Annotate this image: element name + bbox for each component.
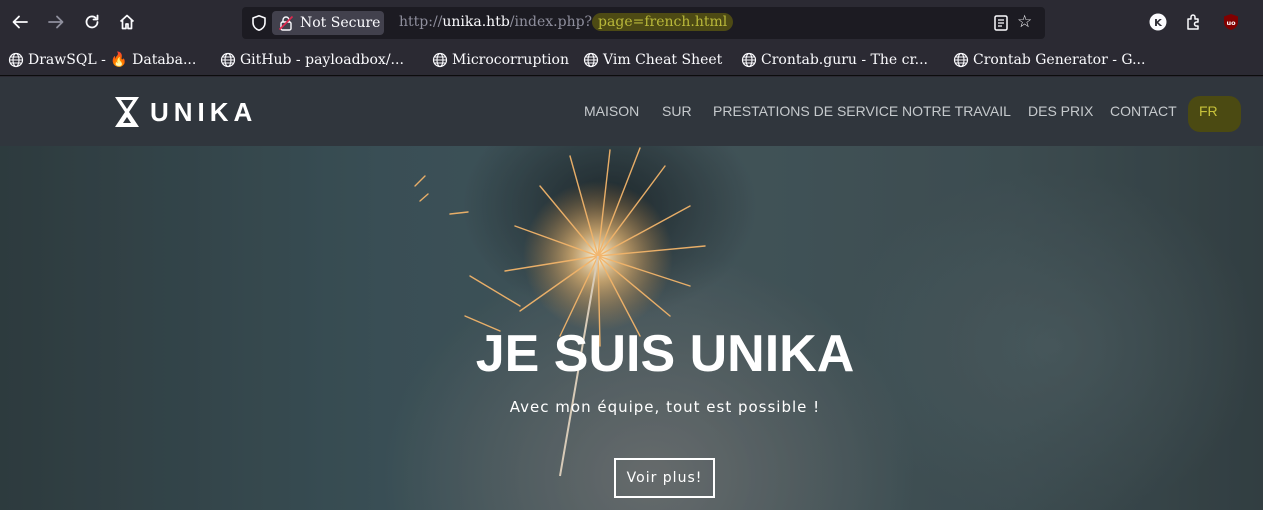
bookmark-label: Vim Cheat Sheet: [603, 52, 723, 68]
reload-icon: [85, 14, 99, 29]
bookmarks-bar: DrawSQL - 🔥 Databa... GitHub - payloadbo…: [0, 46, 1263, 76]
globe-icon: [583, 52, 599, 68]
nav-link-prestations[interactable]: PRESTATIONS DE SERVICE: [713, 103, 898, 119]
nav-link-sur[interactable]: SUR: [662, 103, 692, 119]
extensions-puzzle-icon[interactable]: [1184, 12, 1204, 32]
web-page: UNIKA MAISON SUR PRESTATIONS DE SERVICE …: [0, 77, 1263, 510]
k-extension-icon[interactable]: K: [1148, 12, 1168, 32]
bookmark-label: Crontab Generator - G...: [973, 52, 1146, 68]
url-host: unika.htb: [442, 14, 510, 30]
bookmark-label: DrawSQL - 🔥 Databa...: [28, 52, 197, 68]
not-secure-badge[interactable]: Not Secure: [272, 11, 384, 35]
bookmark-item[interactable]: Crontab Generator - G...: [953, 52, 1145, 68]
svg-text:uo: uo: [1226, 19, 1236, 27]
reader-view-icon[interactable]: [992, 14, 1010, 32]
browser-toolbar: Not Secure http://unika.htb/index.php? pa…: [0, 0, 1263, 46]
bookmark-label: Microcorruption: [452, 52, 569, 68]
see-more-button[interactable]: Voir plus!: [614, 458, 715, 498]
svg-text:K: K: [1154, 18, 1163, 29]
hero-section: JE SUIS UNIKA Avec mon équipe, tout est …: [0, 146, 1263, 510]
shield-icon[interactable]: [250, 14, 268, 32]
forward-button[interactable]: [45, 11, 67, 33]
bookmark-item[interactable]: Microcorruption: [432, 52, 569, 68]
nav-link-contact[interactable]: CONTACT: [1110, 103, 1177, 119]
url-path: /index.php?: [509, 14, 593, 30]
bookmark-label: GitHub - payloadbox/...: [240, 52, 404, 68]
bookmark-label: Crontab.guru - The cr...: [761, 52, 928, 68]
url-bar[interactable]: Not Secure http://unika.htb/index.php? pa…: [242, 7, 1045, 39]
home-icon: [119, 14, 135, 30]
url-text[interactable]: http://unika.htb/index.php? page=french.h…: [399, 13, 734, 31]
globe-icon: [741, 52, 757, 68]
bookmark-item[interactable]: GitHub - payloadbox/...: [220, 52, 404, 68]
globe-icon: [953, 52, 969, 68]
bookmark-item[interactable]: Crontab.guru - The cr...: [741, 52, 928, 68]
logo-text: UNIKA: [150, 96, 258, 127]
back-button[interactable]: [9, 11, 31, 33]
site-navbar: UNIKA MAISON SUR PRESTATIONS DE SERVICE …: [0, 77, 1263, 146]
bookmark-star-icon[interactable]: ☆: [1017, 12, 1032, 32]
nav-link-notre-travail[interactable]: NOTRE TRAVAIL: [902, 103, 1011, 119]
arrow-right-icon: [48, 15, 64, 29]
url-scheme: http://: [399, 14, 443, 30]
nav-link-maison[interactable]: MAISON: [584, 103, 639, 119]
nav-link-des-prix[interactable]: DES PRIX: [1028, 103, 1093, 119]
bookmark-item[interactable]: DrawSQL - 🔥 Databa...: [8, 52, 196, 68]
bookmark-item[interactable]: Vim Cheat Sheet: [583, 52, 722, 68]
globe-icon: [8, 52, 24, 68]
reload-button[interactable]: [81, 11, 103, 33]
security-label: Not Secure: [300, 15, 381, 31]
arrow-left-icon: [12, 15, 28, 29]
ublock-origin-icon[interactable]: uo: [1221, 12, 1241, 32]
hourglass-logo-icon: [115, 97, 139, 127]
language-switch[interactable]: FR: [1199, 103, 1218, 119]
insecure-lock-icon: [278, 15, 294, 31]
globe-icon: [220, 52, 236, 68]
site-logo[interactable]: UNIKA: [114, 96, 257, 128]
hero-title: JE SUIS UNIKA: [475, 325, 855, 383]
globe-icon: [432, 52, 448, 68]
hero-subtitle: Avec mon équipe, tout est possible !: [509, 398, 821, 416]
url-query-highlight: page=french.html: [592, 13, 734, 31]
home-button[interactable]: [116, 11, 138, 33]
